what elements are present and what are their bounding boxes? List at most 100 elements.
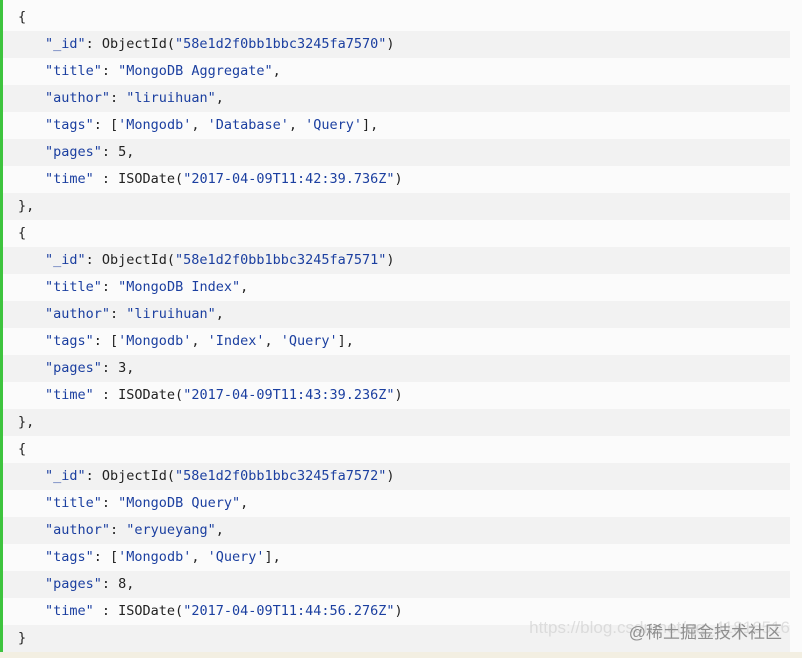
code-token: , — [191, 333, 208, 349]
code-token: } — [18, 630, 27, 646]
watermark-brand: @稀土掘金技术社区 — [628, 623, 782, 642]
code-string-token: "MongoDB Query" — [118, 495, 241, 511]
code-string-token: "58e1d2f0bb1bbc3245fa7571" — [175, 252, 387, 268]
code-token: : [ — [93, 549, 119, 565]
code-token: : 3, — [101, 360, 135, 376]
code-string-token: 'Index' — [207, 333, 265, 349]
code-string-token: "author" — [45, 522, 111, 538]
code-token: ], — [264, 549, 281, 565]
code-token: : — [101, 63, 119, 79]
code-string-token: "title" — [45, 63, 102, 79]
code-token: ], — [362, 117, 379, 133]
code-line: "title": "MongoDB Aggregate", — [3, 58, 790, 85]
code-string-token: "eryueyang" — [126, 522, 216, 538]
code-block: {"_id": ObjectId("58e1d2f0bb1bbc3245fa75… — [0, 0, 802, 652]
code-token: : 5, — [101, 144, 135, 160]
code-string-token: 'Mongodb' — [118, 549, 192, 565]
code-token: , — [215, 90, 224, 106]
code-string-token: "pages" — [45, 576, 102, 592]
code-line: { — [3, 220, 790, 247]
code-line: "tags": ['Mongodb', 'Query'], — [3, 544, 790, 571]
code-token: , — [191, 549, 208, 565]
code-string-token: 'Query' — [280, 333, 338, 349]
code-token: : ObjectId( — [85, 36, 176, 52]
code-token: ) — [386, 252, 395, 268]
code-token: , — [288, 117, 306, 133]
code-token: }, — [18, 198, 35, 214]
code-string-token: 'Query' — [305, 117, 363, 133]
code-token: : — [110, 306, 127, 322]
code-token: : [ — [93, 117, 119, 133]
code-string-token: "58e1d2f0bb1bbc3245fa7570" — [175, 36, 387, 52]
code-string-token: "author" — [45, 306, 111, 322]
code-line: "tags": ['Mongodb', 'Database', 'Query']… — [3, 112, 790, 139]
code-string-token: "time" — [45, 171, 94, 187]
code-token: , — [240, 279, 249, 295]
code-line: "time" : ISODate("2017-04-09T11:42:39.73… — [3, 166, 790, 193]
code-string-token: 'Mongodb' — [118, 117, 192, 133]
code-line: }, — [3, 193, 790, 220]
code-string-token: "tags" — [45, 549, 94, 565]
code-string-token: "pages" — [45, 360, 102, 376]
code-token: : — [110, 522, 127, 538]
code-token: : — [101, 495, 119, 511]
code-string-token: "pages" — [45, 144, 102, 160]
code-string-token: "MongoDB Index" — [118, 279, 241, 295]
code-string-token: "_id" — [45, 36, 86, 52]
code-token: { — [18, 441, 27, 457]
code-string-token: "2017-04-09T11:43:39.236Z" — [183, 387, 395, 403]
code-string-token: 'Query' — [207, 549, 265, 565]
code-token: ) — [394, 603, 403, 619]
code-string-token: "title" — [45, 495, 102, 511]
code-line: { — [3, 4, 790, 31]
code-token: : ISODate( — [93, 603, 184, 619]
code-token: : — [101, 279, 119, 295]
code-string-token: "_id" — [45, 252, 86, 268]
code-token: }, — [18, 414, 35, 430]
code-line: "author": "liruihuan", — [3, 301, 790, 328]
code-token: , — [240, 495, 249, 511]
code-string-token: "liruihuan" — [126, 90, 216, 106]
watermark: https://blog.csdn.net/qq_41816516 @稀土掘金技… — [529, 618, 790, 642]
code-string-token: "tags" — [45, 117, 94, 133]
code-line: "pages": 3, — [3, 355, 790, 382]
code-token: ], — [337, 333, 354, 349]
code-token: : 8, — [101, 576, 135, 592]
code-string-token: "2017-04-09T11:42:39.736Z" — [183, 171, 395, 187]
code-string-token: "time" — [45, 603, 94, 619]
code-line: "author": "liruihuan", — [3, 85, 790, 112]
code-string-token: "time" — [45, 387, 94, 403]
code-string-token: "title" — [45, 279, 102, 295]
code-token: : ObjectId( — [85, 252, 176, 268]
code-string-token: "author" — [45, 90, 111, 106]
code-token: : ISODate( — [93, 171, 184, 187]
code-token: , — [215, 522, 224, 538]
code-line: "time" : ISODate("2017-04-09T11:43:39.23… — [3, 382, 790, 409]
code-line: "tags": ['Mongodb', 'Index', 'Query'], — [3, 328, 790, 355]
code-token: ) — [386, 468, 395, 484]
code-line: "title": "MongoDB Index", — [3, 274, 790, 301]
code-token: : — [110, 90, 127, 106]
code-string-token: "MongoDB Aggregate" — [118, 63, 273, 79]
code-token: : ISODate( — [93, 387, 184, 403]
code-token: , — [191, 117, 208, 133]
code-string-token: "2017-04-09T11:44:56.276Z" — [183, 603, 395, 619]
code-line: "_id": ObjectId("58e1d2f0bb1bbc3245fa757… — [3, 31, 790, 58]
code-token: ) — [394, 171, 403, 187]
code-line: "pages": 8, — [3, 571, 790, 598]
code-string-token: "58e1d2f0bb1bbc3245fa7572" — [175, 468, 387, 484]
code-token: : ObjectId( — [85, 468, 176, 484]
code-line: "_id": ObjectId("58e1d2f0bb1bbc3245fa757… — [3, 463, 790, 490]
code-token: , — [272, 63, 281, 79]
code-string-token: "tags" — [45, 333, 94, 349]
code-token: , — [215, 306, 224, 322]
code-string-token: "_id" — [45, 468, 86, 484]
code-line: }, — [3, 409, 790, 436]
code-lines: {"_id": ObjectId("58e1d2f0bb1bbc3245fa75… — [3, 4, 802, 652]
code-string-token: "liruihuan" — [126, 306, 216, 322]
code-line: { — [3, 436, 790, 463]
code-line: "_id": ObjectId("58e1d2f0bb1bbc3245fa757… — [3, 247, 790, 274]
code-token: ) — [394, 387, 403, 403]
code-token: { — [18, 9, 27, 25]
code-string-token: 'Mongodb' — [118, 333, 192, 349]
